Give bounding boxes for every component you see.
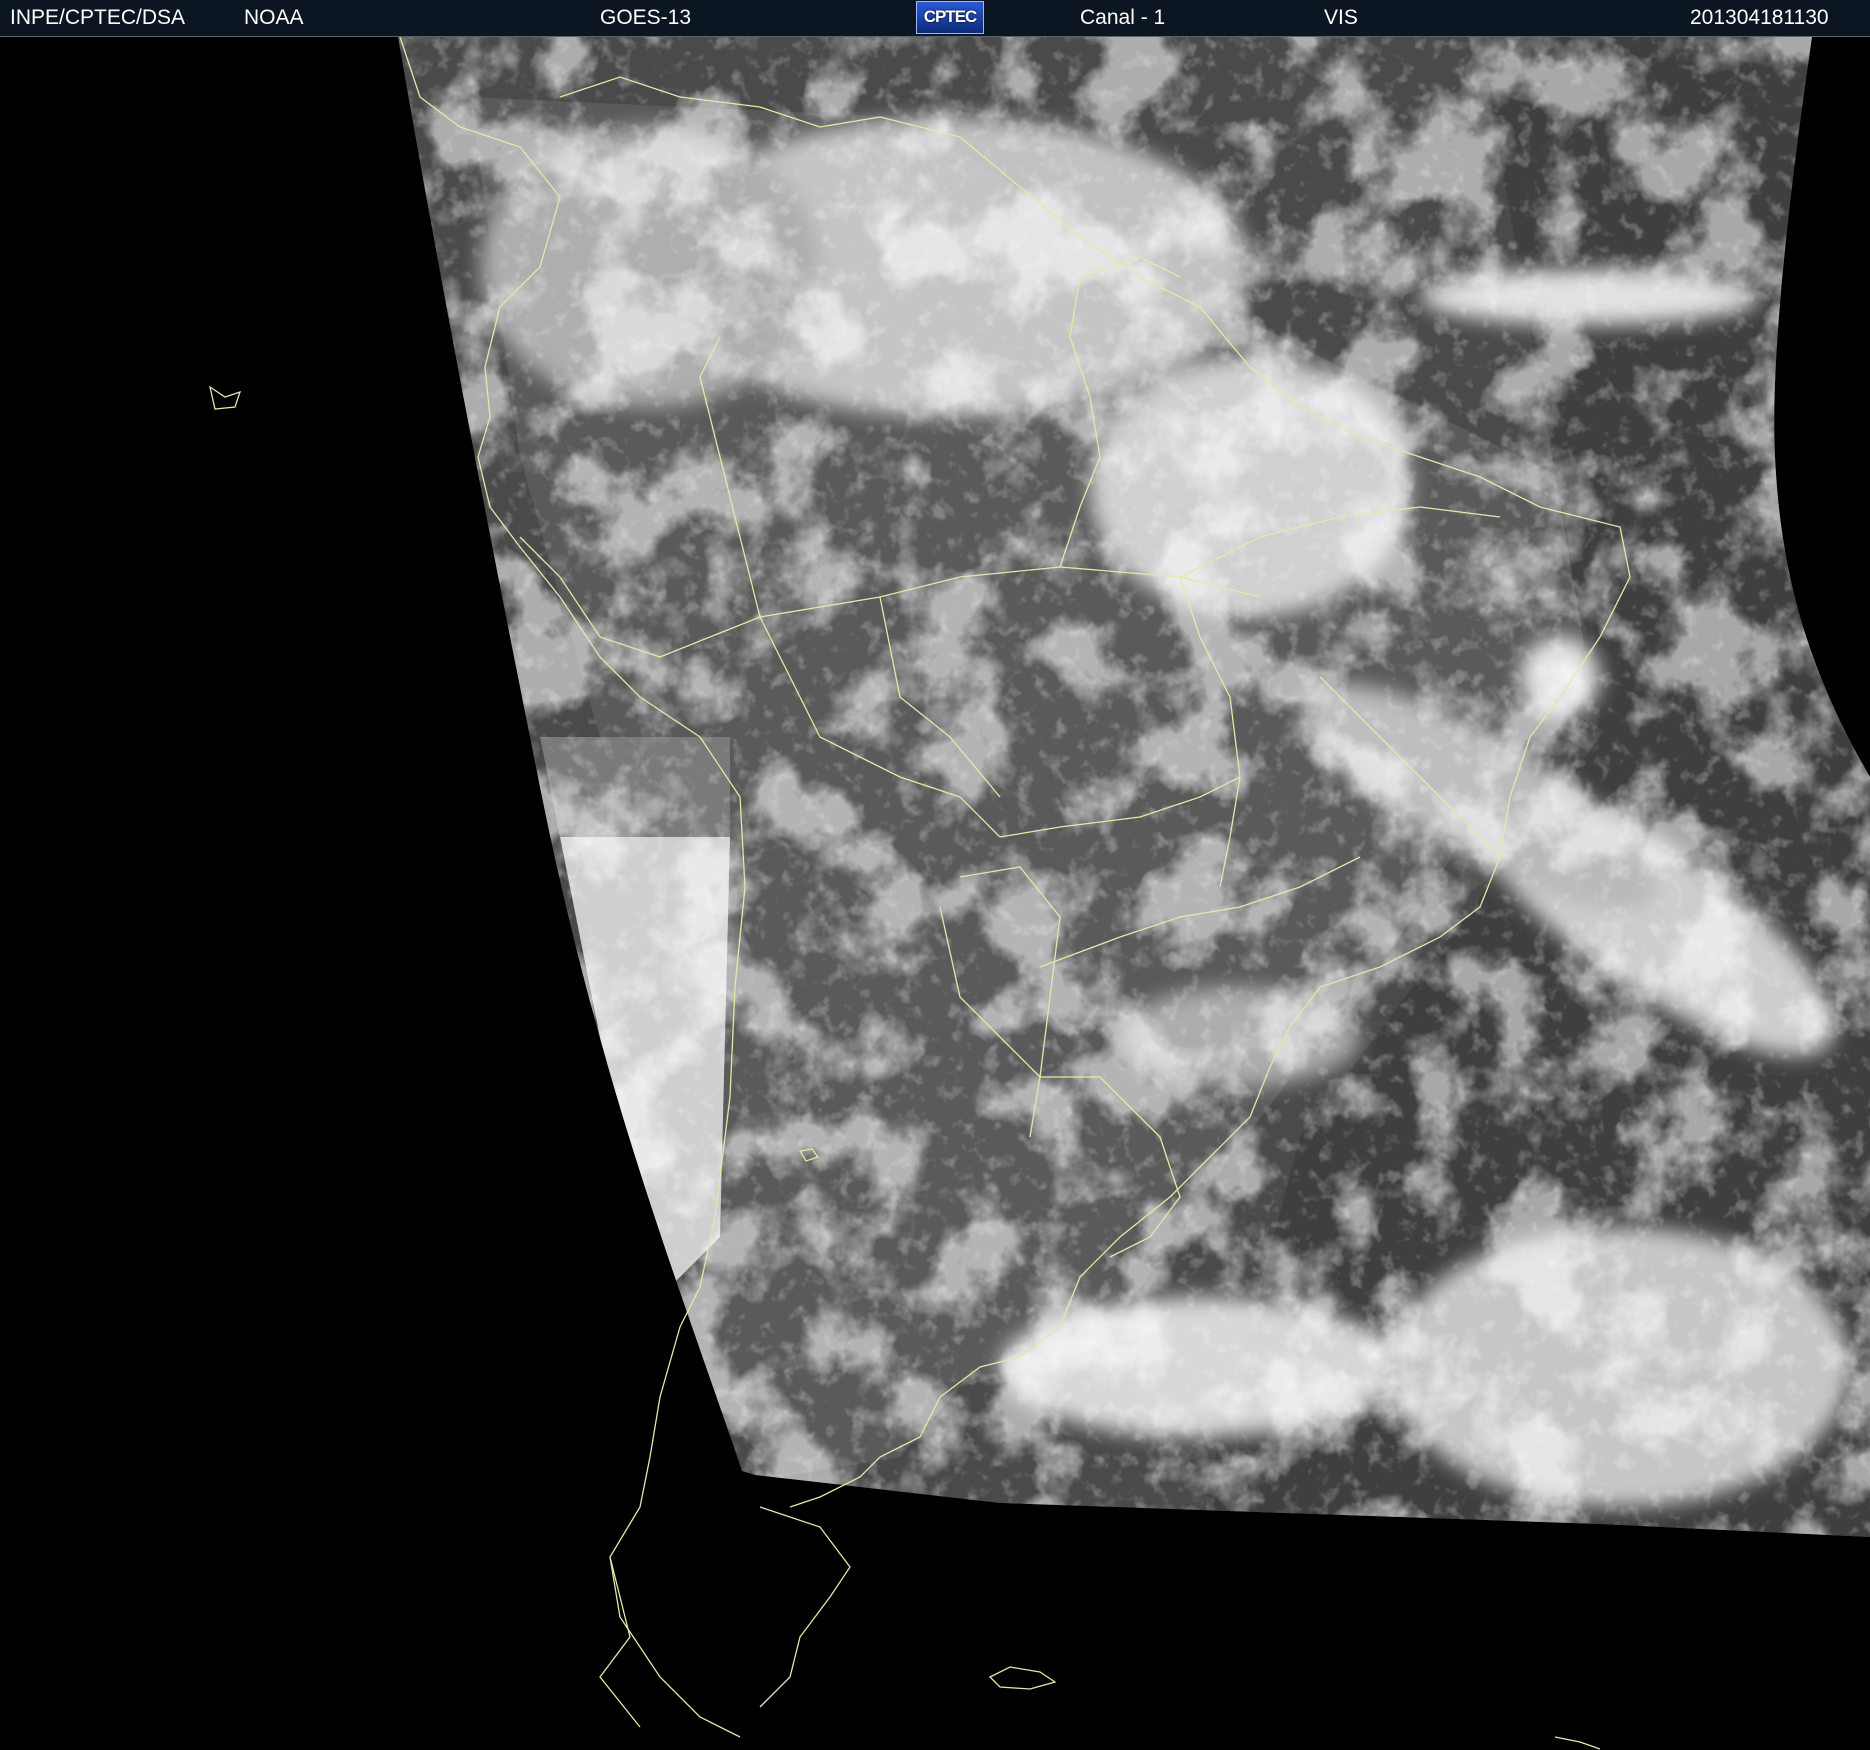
image-header-bar: INPE/CPTEC/DSA NOAA GOES-13 CPTEC Canal … [0, 0, 1870, 37]
timestamp-label: 201304181130 [1690, 6, 1829, 29]
agency-label: NOAA [244, 6, 304, 29]
logo-text: CPTEC [923, 7, 978, 26]
institution-label: INPE/CPTEC/DSA [10, 6, 186, 29]
cptec-logo-icon: CPTEC [916, 1, 984, 34]
coverage-area [398, 37, 1870, 1537]
satellite-image [209, 37, 1870, 1750]
channel-label: Canal - 1 [1080, 6, 1166, 29]
band-label: VIS [1324, 6, 1358, 29]
satellite-label: GOES-13 [600, 6, 692, 29]
